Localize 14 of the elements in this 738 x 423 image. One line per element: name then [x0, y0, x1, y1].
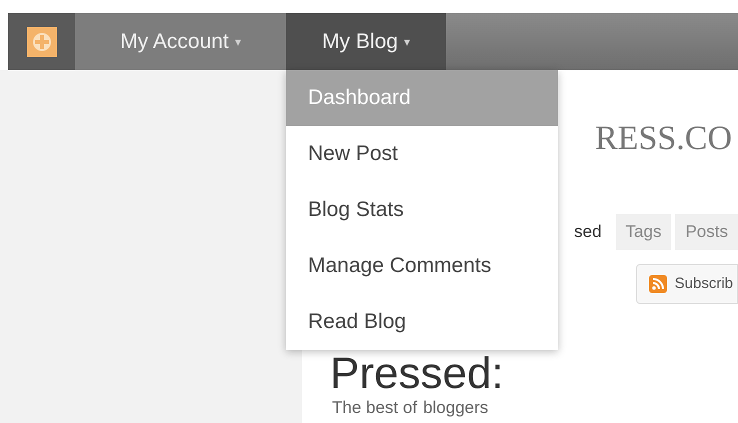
subscribe-button[interactable]: Subscrib [636, 264, 738, 304]
logo-icon [26, 26, 56, 56]
subtitle-text: The best of [332, 398, 418, 418]
site-title: RESS.CO [595, 122, 733, 156]
logo-tab[interactable] [8, 13, 75, 70]
menu-item[interactable]: Blog Stats [286, 182, 558, 238]
menu-item[interactable]: New Post [286, 126, 558, 182]
page-heading: Pressed: [330, 352, 505, 396]
menu-item[interactable]: Read Blog [286, 294, 558, 350]
rss-icon [648, 275, 667, 293]
menu-tab[interactable]: My Account ▾ [75, 13, 286, 70]
menu-item[interactable]: Manage Comments [286, 238, 558, 294]
menu-tab[interactable]: My Blog ▾ [286, 13, 446, 70]
subtitle-text: bloggers [423, 398, 488, 418]
